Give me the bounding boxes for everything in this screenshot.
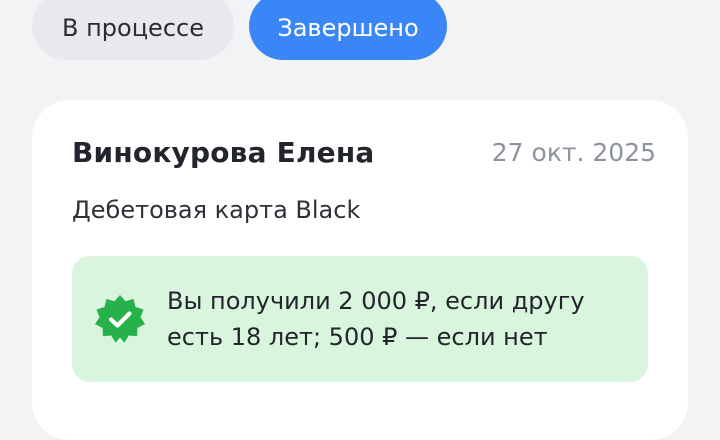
- referral-product: Дебетовая карта Black: [72, 196, 361, 224]
- reward-text: Вы получили 2 000 ₽, если другу есть 18 …: [167, 287, 585, 351]
- referral-card[interactable]: Винокурова Елена 27 окт. 2025 Дебетовая …: [32, 100, 688, 440]
- verified-badge-icon: [95, 295, 145, 343]
- filter-chip-completed[interactable]: Завершено: [249, 0, 447, 60]
- referral-date: 27 окт. 2025: [491, 138, 656, 167]
- reward-banner: Вы получили 2 000 ₽, если другу есть 18 …: [72, 256, 648, 382]
- filter-chip-in-progress[interactable]: В процессе: [32, 0, 234, 60]
- referral-name: Винокурова Елена: [72, 136, 375, 169]
- status-filter-bar: В процессе Завершено: [0, 0, 720, 70]
